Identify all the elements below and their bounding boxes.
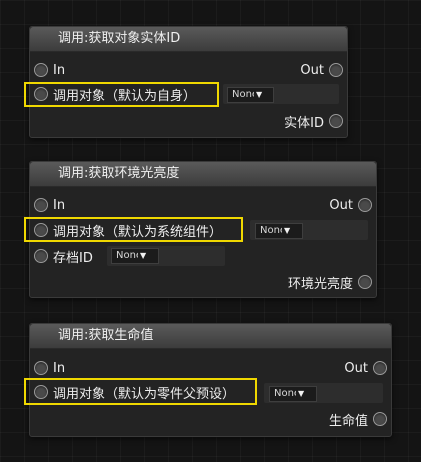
dropdown-value: None xyxy=(232,89,254,100)
exec-in-pin-icon[interactable] xyxy=(34,198,48,212)
input-row-caller: 调用对象（默认为零件父预设） xyxy=(34,382,235,402)
exec-out-row: Out xyxy=(300,60,343,80)
input-pin-icon[interactable] xyxy=(34,223,48,237)
caret-down-icon: ▼ xyxy=(256,90,263,99)
dropdown-value: None xyxy=(260,225,282,236)
exec-in-label: In xyxy=(53,197,66,213)
exec-out-label: Out xyxy=(344,360,368,376)
exec-in-label: In xyxy=(53,360,66,376)
input-row-caller: 调用对象（默认为系统组件） xyxy=(34,220,222,240)
output-label: 生命值 xyxy=(328,413,368,429)
caller-dropdown[interactable]: None ▼ xyxy=(227,87,274,103)
output-row: 实体ID xyxy=(284,111,343,131)
dropdown-value: None xyxy=(274,388,296,399)
input-row-caller: 调用对象（默认为自身） xyxy=(34,84,196,104)
exec-in-row: In xyxy=(34,195,65,215)
input-label-caller: 调用对象（默认为系统组件） xyxy=(53,224,223,240)
output-pin-icon[interactable] xyxy=(373,412,387,426)
output-label: 环境光亮度 xyxy=(287,276,353,292)
input-label-save-id: 存档ID xyxy=(53,250,93,266)
exec-in-pin-icon[interactable] xyxy=(34,63,48,77)
exec-in-label: In xyxy=(53,62,66,78)
caret-down-icon: ▼ xyxy=(298,389,305,398)
output-pin-icon[interactable] xyxy=(329,114,343,128)
output-pin-icon[interactable] xyxy=(358,275,372,289)
input-pin-icon[interactable] xyxy=(34,249,48,263)
caret-down-icon: ▼ xyxy=(284,226,291,235)
exec-out-row: Out xyxy=(329,195,372,215)
save-id-dropdown[interactable]: None ▼ xyxy=(111,248,159,264)
input-pin-icon[interactable] xyxy=(34,385,48,399)
node-title: 调用:获取对象实体ID xyxy=(30,27,347,52)
exec-out-label: Out xyxy=(329,197,353,213)
input-pin-icon[interactable] xyxy=(34,87,48,101)
exec-in-pin-icon[interactable] xyxy=(34,361,48,375)
node-title: 调用:获取环境光亮度 xyxy=(30,162,376,187)
caret-down-icon: ▼ xyxy=(140,251,147,260)
node-title: 调用:获取生命值 xyxy=(30,324,391,349)
input-label-caller: 调用对象（默认为自身） xyxy=(53,88,197,104)
output-label: 实体ID xyxy=(284,115,324,131)
node-get-entity-id[interactable]: 调用:获取对象实体ID In Out 调用对象（默认为自身） None ▼ 实体… xyxy=(24,26,348,138)
node-get-health[interactable]: 调用:获取生命值 In Out 调用对象（默认为零件父预设） None ▼ 生命… xyxy=(24,323,392,437)
caller-dropdown[interactable]: None ▼ xyxy=(255,223,303,239)
exec-out-pin-icon[interactable] xyxy=(358,198,372,212)
node-get-ambient-brightness[interactable]: 调用:获取环境光亮度 In Out 调用对象（默认为系统组件） None ▼ 存… xyxy=(24,161,377,298)
input-label-caller: 调用对象（默认为零件父预设） xyxy=(53,386,236,402)
exec-out-label: Out xyxy=(300,62,324,78)
exec-out-row: Out xyxy=(344,358,387,378)
exec-out-pin-icon[interactable] xyxy=(373,361,387,375)
exec-in-row: In xyxy=(34,60,65,80)
dropdown-value: None xyxy=(116,250,138,261)
output-row: 生命值 xyxy=(329,409,387,429)
exec-in-row: In xyxy=(34,358,65,378)
input-row-save-id: 存档ID xyxy=(34,246,93,266)
output-row: 环境光亮度 xyxy=(288,272,372,292)
exec-out-pin-icon[interactable] xyxy=(329,63,343,77)
caller-dropdown[interactable]: None ▼ xyxy=(269,386,317,402)
